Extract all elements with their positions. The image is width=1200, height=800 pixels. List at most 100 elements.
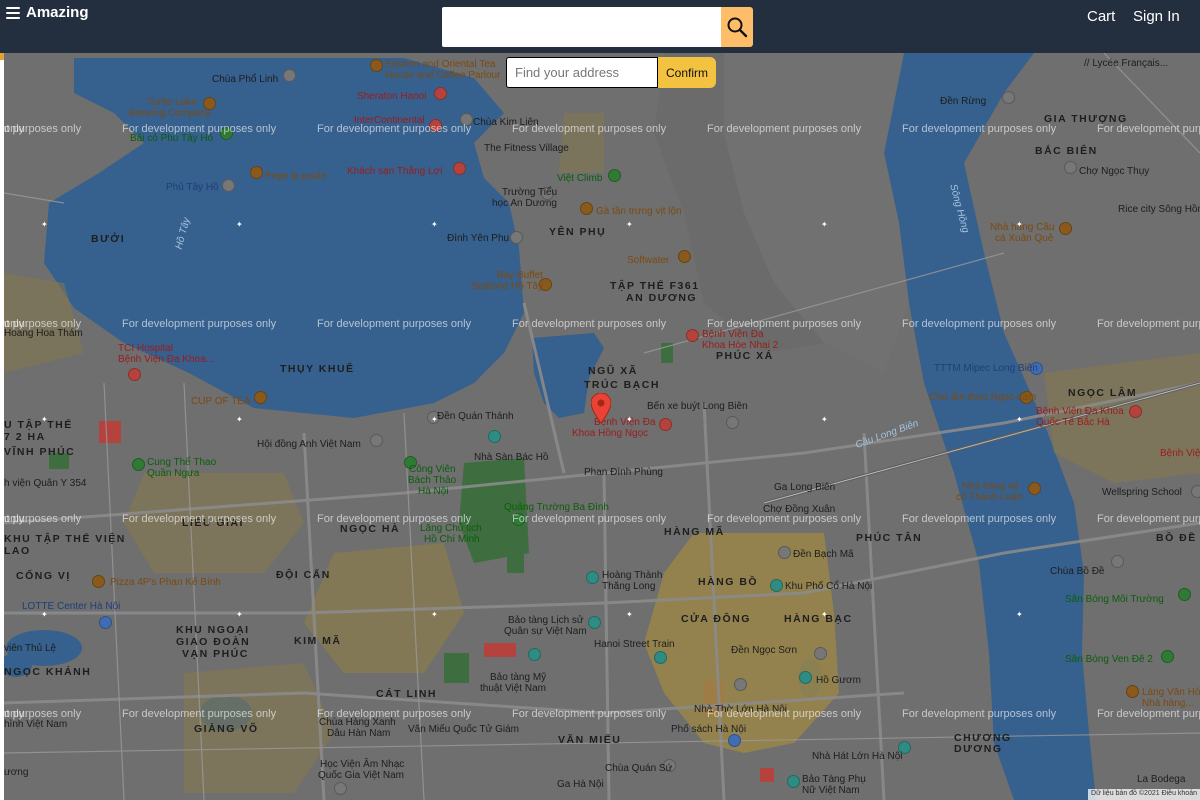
hospital-pin-icon[interactable] xyxy=(1129,405,1142,418)
museum-pin-icon[interactable] xyxy=(588,616,601,629)
school-pin-icon[interactable] xyxy=(334,782,347,795)
poi-label: cá Xuân Quê xyxy=(995,233,1054,244)
area-label: BƯỞI xyxy=(91,233,126,245)
cafe-pin-icon[interactable] xyxy=(254,391,267,404)
place-pin-icon[interactable] xyxy=(283,69,296,82)
poi-label: // Lycée Français... xyxy=(1084,58,1169,69)
poi-label: Quân sự Việt Nam xyxy=(504,626,587,637)
dev-watermark: For development purposes only xyxy=(122,123,277,135)
confirm-button[interactable]: Confirm xyxy=(658,57,716,88)
watermark-sparkle-icon: ✦ xyxy=(236,415,243,424)
search-input[interactable] xyxy=(442,7,721,47)
area-label: NGỌC HÀ xyxy=(340,523,401,535)
place-pin-icon[interactable] xyxy=(370,434,383,447)
poi-label: Quần Ngựa xyxy=(147,468,200,479)
school-pin-icon[interactable] xyxy=(1191,485,1200,498)
place-pin-icon[interactable] xyxy=(778,546,791,559)
landmark-pin-icon[interactable] xyxy=(586,571,599,584)
location-marker-icon[interactable] xyxy=(591,393,611,423)
park-small-1 xyxy=(444,653,469,683)
dev-watermark: For development purposes only xyxy=(902,318,1057,330)
bookstore-pin-icon[interactable] xyxy=(728,734,741,747)
watermark-sparkle-icon: ✦ xyxy=(1016,610,1023,619)
stadium-pin-icon[interactable] xyxy=(1178,588,1191,601)
stadium-pin-icon[interactable] xyxy=(132,458,145,471)
poi-label: Eastern and Oriental Tea xyxy=(385,59,496,70)
restaurant-pin-icon[interactable] xyxy=(580,202,593,215)
poi-label: Đền Rừng xyxy=(940,96,987,107)
restaurant-pin-icon[interactable] xyxy=(678,250,691,263)
museum-pin-icon[interactable] xyxy=(488,430,501,443)
watermark-sparkle-icon: ✦ xyxy=(821,610,828,619)
place-pin-icon[interactable] xyxy=(1002,91,1015,104)
poi-label: House and Coffee Parlour xyxy=(385,70,501,81)
cart-link[interactable]: Cart xyxy=(1087,8,1115,25)
church-pin-icon[interactable] xyxy=(734,678,747,691)
search-bar xyxy=(442,7,753,47)
watermark-sparkle-icon: ✦ xyxy=(431,610,438,619)
watermark-sparkle-icon: ✦ xyxy=(41,610,48,619)
shopping-pin-icon[interactable] xyxy=(99,616,112,629)
cafe-pin-icon[interactable] xyxy=(370,59,383,72)
place-pin-icon[interactable] xyxy=(510,231,523,244)
address-input[interactable] xyxy=(506,57,658,88)
area-label: VĨNH PHÚC xyxy=(4,446,76,458)
museum-pin-icon[interactable] xyxy=(787,775,800,788)
area-label: THỤY KHUÊ xyxy=(280,363,355,375)
area-label: ĐỘI CẤN xyxy=(276,569,331,581)
place-pin-icon[interactable] xyxy=(1064,161,1077,174)
poi-label: Hội đồng Anh Việt Nam xyxy=(257,439,361,450)
watermark-sparkle-icon: ✦ xyxy=(41,415,48,424)
bus-station-pin-icon[interactable] xyxy=(726,416,739,429)
area-label: CỐNG VỊ xyxy=(16,570,71,582)
poi-label: Văn Miếu Quốc Tử Giám xyxy=(408,724,519,735)
dev-watermark: only xyxy=(4,318,25,330)
poi-label: Chợ Ngọc Thụy xyxy=(1079,166,1150,177)
area-label: CỬA ĐÔNG xyxy=(681,613,751,625)
restaurant-pin-icon[interactable] xyxy=(1059,222,1072,235)
search-icon xyxy=(727,17,748,38)
poi-label: Cung Thể Thao xyxy=(147,457,217,468)
restaurant-pin-icon[interactable] xyxy=(92,575,105,588)
dev-watermark: only xyxy=(4,513,25,525)
hospital-pin-icon[interactable] xyxy=(686,329,699,342)
landmark-pin-icon[interactable] xyxy=(654,651,667,664)
landmark-pin-icon[interactable] xyxy=(770,579,783,592)
restaurant-pin-icon[interactable] xyxy=(1028,482,1041,495)
poi-label: Quốc Tế Bắc Hà xyxy=(1036,417,1110,428)
place-pin-icon[interactable] xyxy=(814,647,827,660)
dev-watermark: For development purposes only xyxy=(512,708,667,720)
stadium-pin-icon[interactable] xyxy=(1161,650,1174,663)
dev-watermark: For development purposes only xyxy=(707,708,862,720)
hotel-pin-icon[interactable] xyxy=(453,162,466,175)
place-pin-icon[interactable] xyxy=(222,179,235,192)
restaurant-pin-icon[interactable] xyxy=(1126,685,1139,698)
hotel-pin-icon[interactable] xyxy=(434,87,447,100)
sign-in-link[interactable]: Sign In xyxy=(1133,8,1180,25)
dev-watermark: For development purposes only xyxy=(707,318,862,330)
dev-watermark: For development purposes only xyxy=(1097,318,1200,330)
area-label: KIM MÃ xyxy=(294,635,342,647)
poi-label: h viện Quân Y 354 xyxy=(4,478,87,489)
search-button[interactable] xyxy=(721,7,753,47)
place-pin-icon[interactable] xyxy=(1111,555,1124,568)
poi-label: Sheraton Hanoi xyxy=(357,91,427,102)
poi-label: Ga Hà Nội xyxy=(557,779,604,790)
area-label: VĂN MIẾU xyxy=(558,734,622,746)
watermark-sparkle-icon: ✦ xyxy=(821,415,828,424)
poi-label: Nhà Sàn Bác Hồ xyxy=(474,452,549,463)
map-view[interactable]: BƯỞI YÊN PHỤ TẬP THỂ F361 AN DƯƠNG THỤY … xyxy=(4,53,1200,800)
watermark-sparkle-icon: ✦ xyxy=(1016,220,1023,229)
museum-pin-icon[interactable] xyxy=(528,648,541,661)
watermark-sparkle-icon: ✦ xyxy=(626,415,633,424)
map-attribution[interactable]: Dữ liệu bản đồ ©2021 Điều khoản xyxy=(1088,789,1200,800)
gym-pin-icon[interactable] xyxy=(608,169,621,182)
hospital-pin-icon[interactable] xyxy=(659,418,672,431)
landmark-pin-icon[interactable] xyxy=(799,671,812,684)
restaurant-pin-icon[interactable] xyxy=(250,166,263,179)
poi-label: Hà Nội xyxy=(418,486,449,497)
hospital-pin-icon[interactable] xyxy=(128,368,141,381)
menu-button[interactable]: Amazing xyxy=(6,4,89,21)
poi-label: Sân Bóng Ven Đê 2 xyxy=(1065,654,1153,665)
poi-label: Ga Long Biên xyxy=(774,482,836,493)
